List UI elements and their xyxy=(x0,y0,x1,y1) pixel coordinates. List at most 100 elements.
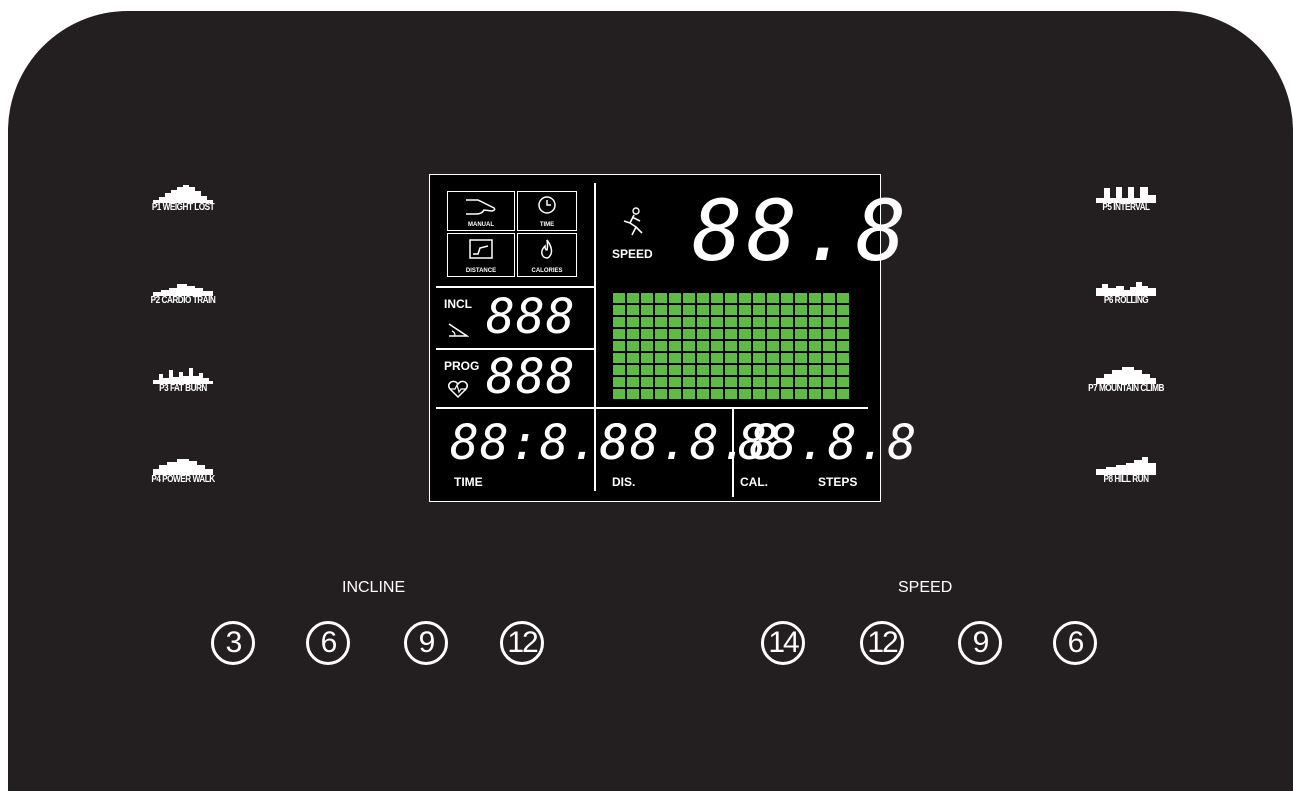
program-p2-button[interactable]: P2 CARDIO TRAIN xyxy=(128,276,238,306)
matrix-cell xyxy=(781,365,793,375)
program-p8-button[interactable]: P8 HILL RUN xyxy=(1071,455,1181,485)
matrix-cell xyxy=(697,365,709,375)
matrix-cell xyxy=(823,341,835,351)
matrix-cell xyxy=(613,329,625,339)
matrix-cell xyxy=(795,341,807,351)
matrix-cell xyxy=(823,389,835,399)
mode-label: DISTANCE xyxy=(465,268,497,274)
incl-value-display: 888 xyxy=(486,289,576,345)
program-label: P7 MOUNTAIN CLIMB xyxy=(1088,383,1164,394)
matrix-cell xyxy=(753,365,765,375)
matrix-cell xyxy=(739,329,751,339)
matrix-cell xyxy=(781,293,793,303)
matrix-cell xyxy=(641,377,653,387)
mode-distance-indicator: DISTANCE xyxy=(447,233,515,277)
matrix-cell xyxy=(613,365,625,375)
program-p7-button[interactable]: P7 MOUNTAIN CLIMB xyxy=(1071,364,1181,394)
matrix-cell xyxy=(641,305,653,315)
matrix-cell xyxy=(809,329,821,339)
matrix-cell xyxy=(641,317,653,327)
matrix-cell xyxy=(711,341,723,351)
matrix-cell xyxy=(795,365,807,375)
matrix-cell xyxy=(767,341,779,351)
matrix-cell xyxy=(711,317,723,327)
matrix-cell xyxy=(725,329,737,339)
program-profile-matrix xyxy=(613,293,849,399)
incline-9-button[interactable]: 9 xyxy=(404,621,448,665)
program-p1-button[interactable]: P1 WEIGHT LOST xyxy=(128,183,238,213)
matrix-cell xyxy=(641,389,653,399)
matrix-cell xyxy=(669,389,681,399)
matrix-cell xyxy=(795,377,807,387)
matrix-cell xyxy=(697,317,709,327)
time-label: TIME xyxy=(454,475,483,489)
matrix-cell xyxy=(725,353,737,363)
matrix-cell xyxy=(655,293,667,303)
incline-6-button[interactable]: 6 xyxy=(306,621,350,665)
matrix-cell xyxy=(781,317,793,327)
speed-9-button[interactable]: 9 xyxy=(958,621,1002,665)
matrix-cell xyxy=(767,305,779,315)
matrix-cell xyxy=(655,353,667,363)
program-label: P2 CARDIO TRAIN xyxy=(150,295,216,306)
matrix-cell xyxy=(795,317,807,327)
matrix-cell xyxy=(613,341,625,351)
steps-label: STEPS xyxy=(818,475,858,489)
matrix-cell xyxy=(683,341,695,351)
matrix-cell xyxy=(753,389,765,399)
matrix-cell xyxy=(655,377,667,387)
matrix-cell xyxy=(613,293,625,303)
mode-time-indicator: TIME xyxy=(517,191,577,231)
incline-12-button[interactable]: 12 xyxy=(500,621,544,665)
matrix-cell xyxy=(809,365,821,375)
lcd-display: MANUAL TIME DISTANCE CALORIES INCL 888 P… xyxy=(429,174,916,502)
matrix-cell xyxy=(739,365,751,375)
program-p4-button[interactable]: P4 POWER WALK xyxy=(128,455,238,485)
incline-section-label: INCLINE xyxy=(342,579,406,596)
mode-label: CALORIES xyxy=(531,268,563,274)
divider xyxy=(436,407,868,409)
calories-label: CAL. xyxy=(740,475,768,489)
matrix-cell xyxy=(767,365,779,375)
matrix-cell xyxy=(697,293,709,303)
matrix-cell xyxy=(809,305,821,315)
matrix-cell xyxy=(711,329,723,339)
matrix-cell xyxy=(753,341,765,351)
matrix-cell xyxy=(627,365,639,375)
matrix-cell xyxy=(697,353,709,363)
matrix-cell xyxy=(767,377,779,387)
program-p5-button[interactable]: P5 INTERVAL xyxy=(1071,183,1181,213)
matrix-cell xyxy=(655,317,667,327)
speed-6-button[interactable]: 6 xyxy=(1053,621,1097,665)
matrix-cell xyxy=(809,389,821,399)
matrix-cell xyxy=(837,329,849,339)
divider xyxy=(436,286,594,288)
profile-p2-icon xyxy=(153,284,213,296)
matrix-cell xyxy=(641,353,653,363)
program-p3-button[interactable]: P3 FAT BURN xyxy=(128,364,238,394)
heart-rate-icon xyxy=(447,380,469,399)
program-p6-button[interactable]: P6 ROLLING xyxy=(1071,276,1181,306)
matrix-cell xyxy=(739,377,751,387)
matrix-cell xyxy=(823,329,835,339)
profile-p6-icon xyxy=(1096,282,1156,296)
speed-label: SPEED xyxy=(612,247,653,261)
speed-14-button[interactable]: 14 xyxy=(761,621,805,665)
matrix-cell xyxy=(823,353,835,363)
incl-label: INCL xyxy=(444,297,472,311)
matrix-cell xyxy=(753,305,765,315)
matrix-cell xyxy=(711,389,723,399)
speed-12-button[interactable]: 12 xyxy=(860,621,904,665)
profile-p8-icon xyxy=(1096,457,1156,475)
matrix-cell xyxy=(669,329,681,339)
matrix-cell xyxy=(669,317,681,327)
incline-3-button[interactable]: 3 xyxy=(211,621,255,665)
clock-icon xyxy=(538,196,556,214)
matrix-cell xyxy=(823,365,835,375)
profile-p4-icon xyxy=(153,459,213,475)
hand-pointer-icon xyxy=(466,199,496,215)
matrix-cell xyxy=(837,353,849,363)
matrix-cell xyxy=(823,293,835,303)
matrix-cell xyxy=(725,377,737,387)
matrix-cell xyxy=(725,389,737,399)
